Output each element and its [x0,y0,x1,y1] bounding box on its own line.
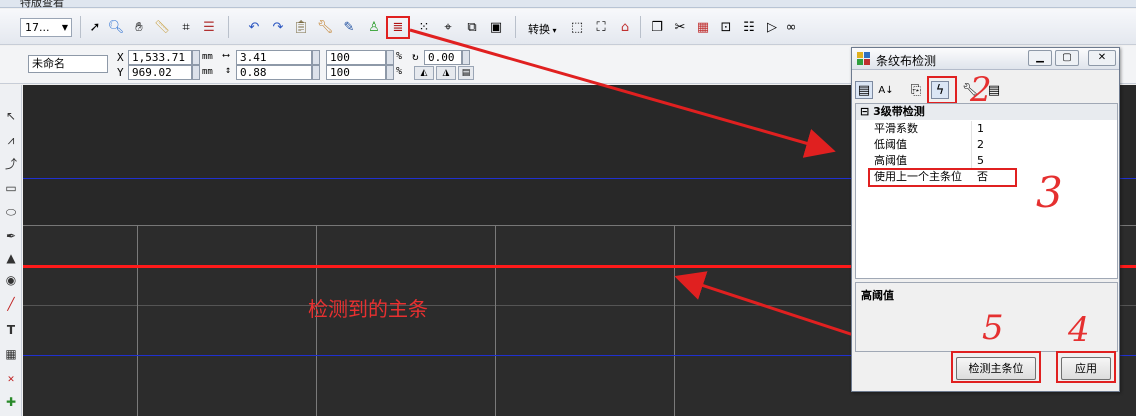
category-label: 3级带检测 [873,105,925,118]
property-grid: ⊟ 3级带检测 平滑系数 1 低阈值 2 高阈值 5 使用上一个主条位 否 [855,103,1118,279]
callout-number-2: 2 [970,70,992,110]
minimize-button[interactable]: ▁ [1028,50,1052,66]
collapse-icon[interactable]: ⊟ [860,105,869,118]
callout-number-5: 5 [982,308,1004,348]
column-divider [971,153,972,169]
dialog-title: 条纹布检测 [876,54,937,68]
app-icon [857,52,871,66]
property-row-low-threshold[interactable]: 低阈值 2 [856,137,1117,153]
column-divider [971,137,972,153]
property-pages-icon[interactable]: ⎘ [907,81,925,99]
property-value[interactable]: 2 [977,137,984,153]
callout-number-4: 4 [1068,310,1090,350]
categorized-icon[interactable]: ▤ [855,81,873,99]
property-row-high-threshold[interactable]: 高阈值 5 [856,153,1117,169]
arrow-to-dialog [409,28,836,158]
property-key: 平滑系数 [874,122,918,135]
sort-az-icon[interactable]: A↓ [877,81,895,99]
description-title: 高阈值 [861,289,894,302]
property-key: 高阈值 [874,154,907,167]
highlight-box [868,168,1017,187]
highlight-box [927,76,957,104]
property-value[interactable]: 1 [977,121,984,137]
column-divider [971,121,972,137]
callout-number-3: 3 [1036,168,1063,217]
close-button[interactable]: ✕ [1088,50,1116,66]
property-row-smoothing[interactable]: 平滑系数 1 [856,121,1117,137]
highlight-box [1056,351,1116,383]
property-value[interactable]: 5 [977,153,984,169]
dialog-titlebar[interactable]: 条纹布检测 ▁ ▢ ✕ [852,48,1119,70]
property-key: 低阈值 [874,138,907,151]
highlight-box [951,351,1041,383]
maximize-button[interactable]: ▢ [1055,50,1079,66]
